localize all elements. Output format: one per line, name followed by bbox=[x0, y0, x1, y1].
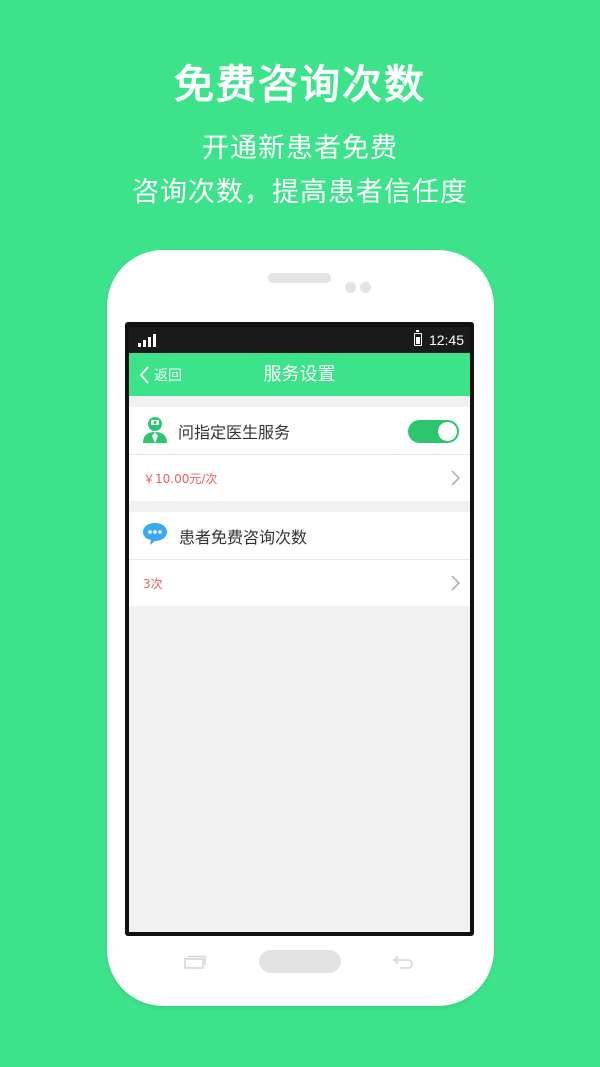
phone-camera bbox=[360, 282, 371, 293]
hero-title: 免费咨询次数 bbox=[174, 62, 426, 108]
phone-nav-keys bbox=[0, 950, 600, 974]
chat-bubbles-icon bbox=[142, 521, 169, 551]
phone-speaker bbox=[268, 273, 331, 283]
page-title: 服务设置 bbox=[263, 364, 336, 385]
status-bar: 12:45 bbox=[129, 327, 470, 353]
recent-apps-icon[interactable] bbox=[184, 954, 206, 973]
chevron-right-icon bbox=[451, 470, 461, 490]
doctor-service-price: ￥10.00元/次 bbox=[143, 471, 218, 486]
battery-icon bbox=[414, 330, 422, 346]
free-consult-count: 3次 bbox=[143, 576, 163, 591]
hero-subtitle-line2: 咨询次数，提高患者信任度 bbox=[132, 177, 468, 208]
back-key-icon[interactable] bbox=[392, 954, 414, 973]
hero-subtitle-line1: 开通新患者免费 bbox=[202, 133, 398, 164]
chevron-right-icon bbox=[451, 575, 461, 595]
doctor-service-row: 问指定医生服务 bbox=[129, 407, 470, 455]
doctor-service-price-row[interactable]: ￥10.00元/次 bbox=[129, 455, 470, 501]
phone-screen: 12:45 返回 服务设置 问指定医生服务 ￥10.00元/次 患者免费咨询次数… bbox=[125, 322, 474, 936]
free-consult-row: 患者免费咨询次数 bbox=[129, 512, 470, 560]
free-consult-label: 患者免费咨询次数 bbox=[179, 527, 308, 547]
home-button[interactable] bbox=[259, 950, 341, 973]
doctor-icon bbox=[142, 415, 168, 447]
doctor-service-toggle[interactable] bbox=[408, 420, 459, 443]
free-consult-count-row[interactable]: 3次 bbox=[129, 560, 470, 606]
phone-sensor bbox=[345, 282, 356, 293]
section-doctor-service: 问指定医生服务 ￥10.00元/次 bbox=[129, 407, 470, 501]
signal-icon bbox=[138, 334, 156, 347]
app-view: 12:45 返回 服务设置 问指定医生服务 ￥10.00元/次 患者免费咨询次数… bbox=[129, 327, 470, 932]
nav-bar: 返回 服务设置 bbox=[129, 353, 470, 396]
status-time: 12:45 bbox=[428, 332, 464, 348]
doctor-service-label: 问指定医生服务 bbox=[178, 422, 291, 442]
section-free-consult: 患者免费咨询次数 3次 bbox=[129, 512, 470, 606]
toggle-knob bbox=[438, 422, 457, 441]
